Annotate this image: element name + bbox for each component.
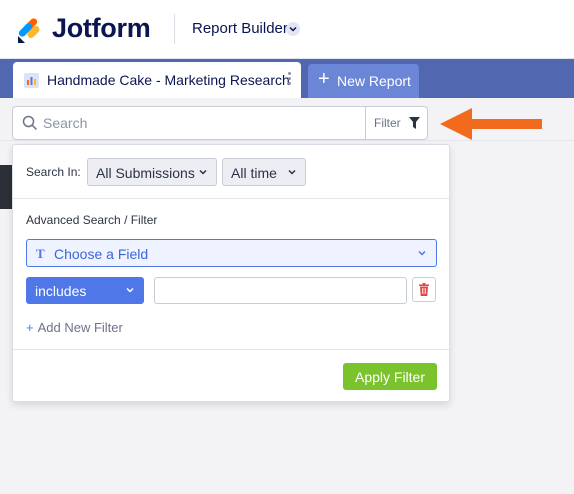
field-select[interactable]: T Choose a Field xyxy=(26,239,437,267)
apply-filter-label: Apply Filter xyxy=(354,369,426,385)
report-icon xyxy=(24,73,39,88)
new-report-label: New Report xyxy=(337,73,411,89)
condition-value-input[interactable] xyxy=(154,277,407,304)
field-select-value: Choose a Field xyxy=(54,246,149,262)
chevron-down-icon xyxy=(199,169,207,175)
delete-filter-button[interactable] xyxy=(412,277,436,302)
search-in-label: Search In: xyxy=(26,165,81,179)
search-bar: Filter xyxy=(12,106,428,140)
search-input[interactable] xyxy=(43,109,363,137)
report-tab-bar: Handmade Cake - Marketing Research + New… xyxy=(0,59,574,98)
search-in-row: Search In: All Submissions All time xyxy=(13,145,449,199)
time-range-select[interactable]: All time xyxy=(222,158,306,186)
submissions-select[interactable]: All Submissions xyxy=(87,158,217,186)
filter-panel: Search In: All Submissions All time Adva… xyxy=(12,144,450,402)
chevron-down-icon xyxy=(126,287,134,293)
arrow-left-annotation-icon xyxy=(440,108,542,140)
filter-label: Filter xyxy=(374,116,401,130)
tab-label: Handmade Cake - Marketing Research xyxy=(47,72,290,88)
more-vertical-icon[interactable] xyxy=(286,70,292,90)
filter-funnel-icon xyxy=(409,117,420,129)
tab-report-active[interactable]: Handmade Cake - Marketing Research xyxy=(13,62,301,98)
condition-select[interactable]: includes xyxy=(26,277,144,304)
apply-filter-button[interactable]: Apply Filter xyxy=(343,363,437,390)
chevron-down-icon[interactable] xyxy=(286,22,300,36)
jotform-logo-icon[interactable] xyxy=(16,16,42,44)
apply-row: Apply Filter xyxy=(13,349,449,401)
submissions-select-value: All Submissions xyxy=(96,165,195,181)
app-header: Jotform Report Builder xyxy=(0,0,574,59)
time-range-select-value: All time xyxy=(231,165,277,181)
chevron-down-icon xyxy=(288,169,296,175)
add-new-filter-label: Add New Filter xyxy=(37,320,123,335)
trash-icon xyxy=(419,283,429,296)
plus-icon: + xyxy=(318,68,330,90)
header-divider xyxy=(174,14,175,44)
app-name[interactable]: Report Builder xyxy=(192,20,288,37)
plus-icon: + xyxy=(26,320,34,335)
text-field-icon: T xyxy=(36,246,45,261)
new-report-button[interactable]: + New Report xyxy=(308,64,419,98)
search-icon xyxy=(22,115,38,131)
condition-select-value: includes xyxy=(35,283,87,299)
filter-button[interactable]: Filter xyxy=(365,107,427,139)
add-new-filter-link[interactable]: + Add New Filter xyxy=(26,320,123,335)
brand-name[interactable]: Jotform xyxy=(52,13,151,44)
advanced-filter-label: Advanced Search / Filter xyxy=(26,213,158,227)
chevron-down-icon xyxy=(418,250,426,256)
